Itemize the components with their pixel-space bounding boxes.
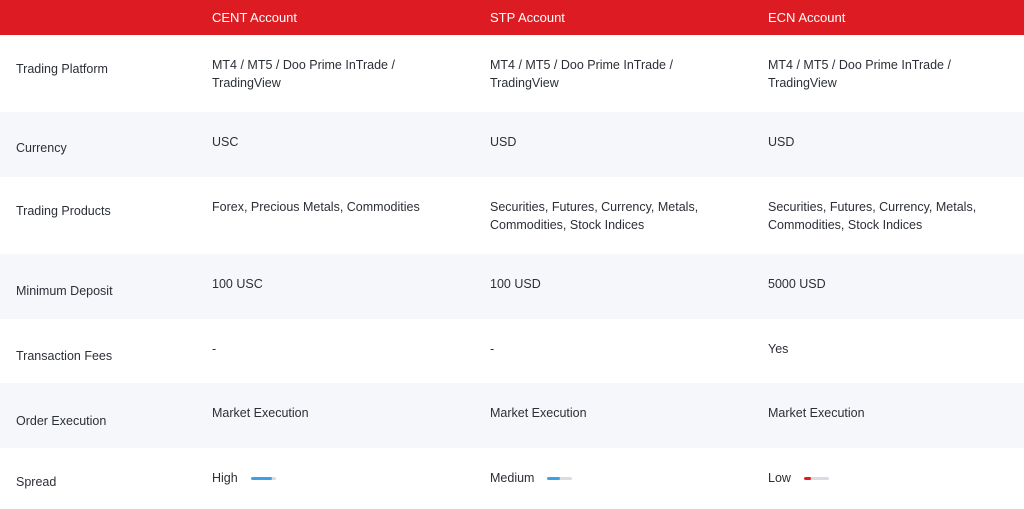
header-ecn-account: ECN Account <box>768 10 846 25</box>
stp-spread-cell: Medium <box>490 448 768 509</box>
cent-value: USC <box>212 135 239 149</box>
stp-value: - <box>490 342 495 356</box>
ecn-value: 5000 USD <box>768 277 826 291</box>
table-row-currency: Currency USC USD USD <box>0 112 1024 177</box>
stp-value: USD <box>490 135 517 149</box>
header-stp-account: STP Account <box>490 10 565 25</box>
row-label-cell: Currency <box>0 112 212 177</box>
stp-value: Securities, Futures, Currency, Metals, C… <box>490 200 699 232</box>
spread-indicator: High <box>212 469 450 487</box>
row-label: Trading Platform <box>16 61 108 76</box>
spread-level-fill <box>250 477 272 480</box>
cent-value: MT4 / MT5 / Doo Prime InTrade / TradingV… <box>212 58 395 90</box>
stp-value: 100 USD <box>490 277 541 291</box>
spread-level-bar <box>547 477 573 480</box>
table-row-order-execution: Order Execution Market Execution Market … <box>0 383 1024 448</box>
table-header: CENT Account STP Account ECN Account <box>0 0 1024 35</box>
table-row-transaction-fees: Transaction Fees - - Yes <box>0 319 1024 383</box>
spread-level-bar <box>250 477 276 480</box>
spread-text: Low <box>768 471 791 485</box>
table-row-trading-platform: Trading Platform MT4 / MT5 / Doo Prime I… <box>0 35 1024 112</box>
row-label: Trading Products <box>16 203 111 218</box>
stp-value: Market Execution <box>490 406 587 420</box>
cent-value: Market Execution <box>212 406 309 420</box>
cent-spread-cell: High <box>212 448 490 509</box>
row-label: Order Execution <box>16 413 107 428</box>
spread-level-fill <box>803 477 812 480</box>
table-row-trading-products: Trading Products Forex, Precious Metals,… <box>0 177 1024 254</box>
spread-level-bar <box>803 477 829 480</box>
ecn-value: Yes <box>768 342 789 356</box>
row-label: Transaction Fees <box>16 348 113 363</box>
spread-text: Medium <box>490 471 535 485</box>
stp-value: MT4 / MT5 / Doo Prime InTrade / TradingV… <box>490 58 673 90</box>
account-comparison-table: CENT Account STP Account ECN Account Tra… <box>0 0 1024 509</box>
row-label-cell: Minimum Deposit <box>0 254 212 319</box>
row-label: Spread <box>16 474 57 489</box>
spread-indicator: Low <box>768 469 984 487</box>
header-cent-account: CENT Account <box>212 10 298 25</box>
row-label-cell: Order Execution <box>0 383 212 448</box>
ecn-spread-cell: Low <box>768 448 1024 509</box>
ecn-value: MT4 / MT5 / Doo Prime InTrade / TradingV… <box>768 58 951 90</box>
cent-value: Forex, Precious Metals, Commodities <box>212 200 420 214</box>
row-label-cell: Trading Platform <box>0 35 212 112</box>
row-label-cell: Trading Products <box>0 177 212 254</box>
row-label-cell: Spread <box>0 448 212 509</box>
cent-value: 100 USC <box>212 277 263 291</box>
spread-level-fill <box>547 477 560 480</box>
ecn-value: Securities, Futures, Currency, Metals, C… <box>768 200 977 232</box>
ecn-value: Market Execution <box>768 406 865 420</box>
row-label-cell: Transaction Fees <box>0 319 212 383</box>
cent-value: - <box>212 342 217 356</box>
row-label: Minimum Deposit <box>16 284 113 298</box>
row-label: Currency <box>16 140 67 155</box>
table-row-spread: Spread High Medium Low <box>0 448 1024 509</box>
ecn-value: USD <box>768 135 795 149</box>
spread-indicator: Medium <box>490 469 728 487</box>
table-row-minimum-deposit: Minimum Deposit 100 USC 100 USD 5000 USD <box>0 254 1024 319</box>
spread-text: High <box>212 471 238 485</box>
